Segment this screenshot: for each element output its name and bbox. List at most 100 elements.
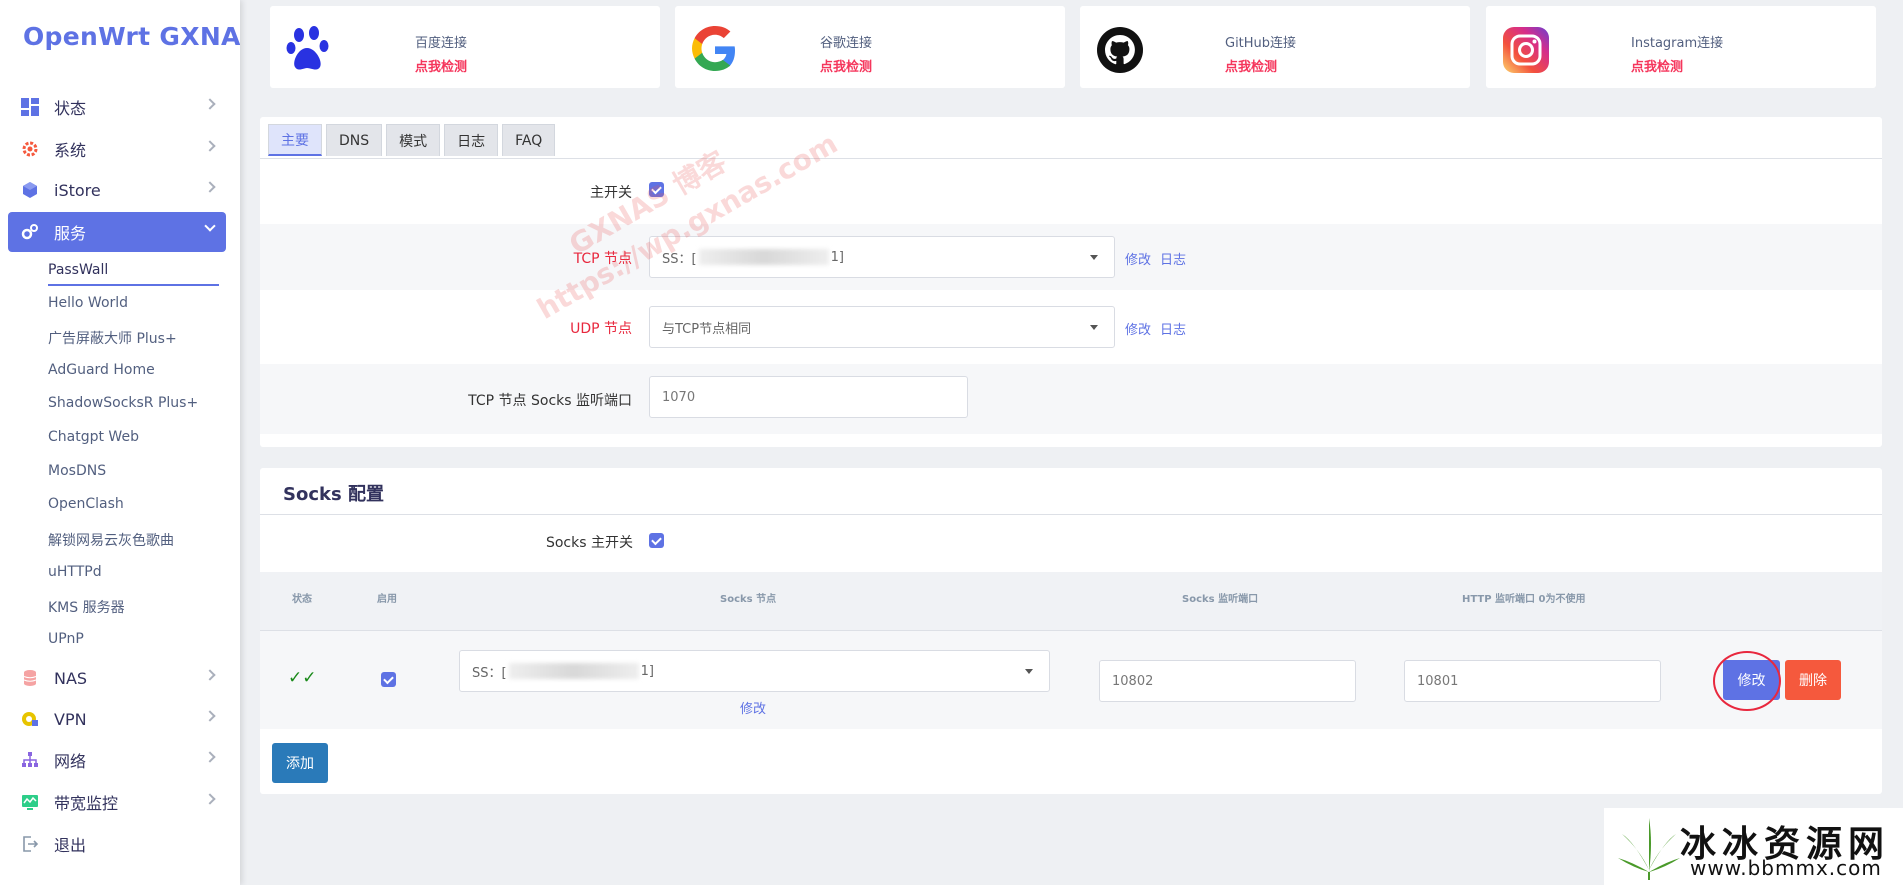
tcp-node-prefix: SS：[ xyxy=(662,251,697,267)
sidebar-item-label: 带宽监控 xyxy=(54,794,119,813)
connection-name: 谷歌连接 xyxy=(820,36,873,51)
chevron-right-icon xyxy=(204,710,216,722)
sidebar-item-system[interactable]: 系统 xyxy=(8,129,226,169)
chevron-right-icon xyxy=(204,140,216,152)
redacted-text xyxy=(698,249,829,265)
chevron-down-icon xyxy=(204,220,216,232)
header-http-port: HTTP 监听端口 0为不使用 xyxy=(1462,594,1586,605)
sidebar-item-vpn[interactable]: VPN xyxy=(8,699,226,739)
udp-node-label: UDP 节点 xyxy=(570,321,632,337)
sidebar-item-label: iStore xyxy=(54,180,101,200)
sidebar-item-network[interactable]: 网络 xyxy=(8,740,226,780)
gear-icon xyxy=(20,139,40,159)
instagram-connection-card: Instagram连接 点我检测 xyxy=(1486,6,1876,88)
socks-port-input[interactable] xyxy=(649,376,968,418)
connection-name: GitHub连接 xyxy=(1225,36,1297,51)
brand-logo: OpenWrt GXNAS xyxy=(23,22,240,51)
sidebar-subitem-kms[interactable]: KMS 服务器 xyxy=(48,597,125,617)
check-link[interactable]: 点我检测 xyxy=(1225,56,1277,75)
github-icon xyxy=(1096,26,1146,76)
socks-enable-checkbox[interactable] xyxy=(381,672,396,687)
chevron-right-icon xyxy=(204,793,216,805)
socks-node-edit-link[interactable]: 修改 xyxy=(740,698,766,717)
caret-down-icon xyxy=(1090,325,1098,330)
sidebar-subitem-passwall[interactable]: PassWall xyxy=(48,262,219,286)
chevron-right-icon xyxy=(204,98,216,110)
header-enable: 启用 xyxy=(377,594,397,605)
google-icon xyxy=(691,26,741,76)
tab-main[interactable]: 主要 xyxy=(268,124,322,156)
master-switch-checkbox[interactable] xyxy=(649,182,664,197)
sidebar-item-label: 网络 xyxy=(54,752,87,771)
globe-lock-icon xyxy=(20,709,40,729)
chevron-right-icon xyxy=(204,181,216,193)
sidebar-subitem-adguard[interactable]: AdGuard Home xyxy=(48,362,155,378)
add-button[interactable]: 添加 xyxy=(272,743,328,783)
tab-log[interactable]: 日志 xyxy=(444,124,499,156)
sidebar-item-label: 状态 xyxy=(54,99,87,118)
delete-button[interactable]: 删除 xyxy=(1785,660,1841,700)
udp-node-select[interactable]: 与TCP节点相同 xyxy=(649,306,1115,348)
socks-config-card xyxy=(260,468,1882,794)
check-link[interactable]: 点我检测 xyxy=(415,56,467,75)
baidu-connection-card: 百度连接 点我检测 xyxy=(270,6,660,88)
master-switch-label: 主开关 xyxy=(590,185,632,201)
sidebar-item-nas[interactable]: NAS xyxy=(8,658,226,698)
socks-master-checkbox[interactable] xyxy=(649,533,664,548)
tab-faq[interactable]: FAQ xyxy=(502,124,556,156)
sidebar-subitem-ad-block[interactable]: 广告屏蔽大师 Plus+ xyxy=(48,328,177,348)
socks-section-title: Socks 配置 xyxy=(283,484,384,505)
sidebar-item-label: VPN xyxy=(54,709,87,729)
chevron-right-icon xyxy=(204,751,216,763)
database-icon xyxy=(20,668,40,688)
socks-port-row: TCP 节点 Socks 监听端口 xyxy=(260,364,1882,434)
tcp-edit-link[interactable]: 修改 xyxy=(1125,249,1151,268)
sidebar-item-logout[interactable]: 退出 xyxy=(8,824,226,864)
sidebar-subitem-ssr-plus[interactable]: ShadowSocksR Plus+ xyxy=(48,395,198,411)
monitor-chart-icon xyxy=(20,792,40,812)
tab-bar: 主要 DNS 模式 日志 FAQ xyxy=(268,124,559,156)
connection-name: 百度连接 xyxy=(415,36,468,51)
sidebar-item-bandwidth[interactable]: 带宽监控 xyxy=(8,782,226,822)
sidebar-subitem-openclash[interactable]: OpenClash xyxy=(48,496,124,512)
cube-icon xyxy=(20,180,40,200)
header-status: 状态 xyxy=(292,594,312,605)
http-port-field[interactable] xyxy=(1404,660,1661,702)
github-connection-card: GitHub连接 点我检测 xyxy=(1080,6,1470,88)
udp-log-link[interactable]: 日志 xyxy=(1160,319,1186,338)
socks-port-field[interactable] xyxy=(1099,660,1356,702)
sidebar-item-services[interactable]: 服务 xyxy=(8,212,226,252)
sidebar-item-label: 服务 xyxy=(54,224,87,243)
socks-node-prefix: SS：[ xyxy=(472,665,507,681)
highlight-circle xyxy=(1713,651,1781,711)
tcp-log-link[interactable]: 日志 xyxy=(1160,249,1186,268)
logout-icon xyxy=(20,834,40,854)
baidu-paw-icon xyxy=(286,26,336,76)
header-socks-node: Socks 节点 xyxy=(720,594,777,605)
tcp-node-select[interactable]: SS：[ 1] xyxy=(649,236,1115,278)
udp-node-value: 与TCP节点相同 xyxy=(662,321,752,337)
sidebar-subitem-chatgpt-web[interactable]: Chatgpt Web xyxy=(48,429,139,445)
google-connection-card: 谷歌连接 点我检测 xyxy=(675,6,1065,88)
check-link[interactable]: 点我检测 xyxy=(1631,56,1683,75)
sidebar-subitem-hello-world[interactable]: Hello World xyxy=(48,295,128,311)
sidebar-subitem-upnp[interactable]: UPnP xyxy=(48,631,84,647)
site-url: www.bbmmx.com xyxy=(1690,856,1882,880)
tcp-node-label: TCP 节点 xyxy=(573,251,632,267)
check-link[interactable]: 点我检测 xyxy=(820,56,872,75)
tcp-node-suffix: 1] xyxy=(830,249,844,265)
sidebar-subitem-mosdns[interactable]: MosDNS xyxy=(48,463,106,479)
sidebar-subitem-uhttpd[interactable]: uHTTPd xyxy=(48,564,102,580)
tab-dns[interactable]: DNS xyxy=(326,124,383,156)
tab-mode[interactable]: 模式 xyxy=(386,124,441,156)
socks-node-suffix: 1] xyxy=(640,663,654,679)
sidebar-item-istore[interactable]: iStore xyxy=(8,170,226,210)
udp-edit-link[interactable]: 修改 xyxy=(1125,319,1151,338)
socks-port-label: TCP 节点 Socks 监听端口 xyxy=(468,393,632,409)
sidebar-item-status[interactable]: 状态 xyxy=(8,87,226,127)
caret-down-icon xyxy=(1090,255,1098,260)
socks-node-select[interactable]: SS：[ 1] xyxy=(459,650,1050,692)
sidebar-subitem-unblock-netease[interactable]: 解锁网易云灰色歌曲 xyxy=(48,530,174,550)
cannabis-leaf-icon xyxy=(1618,818,1680,880)
sidebar: OpenWrt GXNAS 状态 系统 iStore 服务 PassWall H… xyxy=(0,0,240,885)
